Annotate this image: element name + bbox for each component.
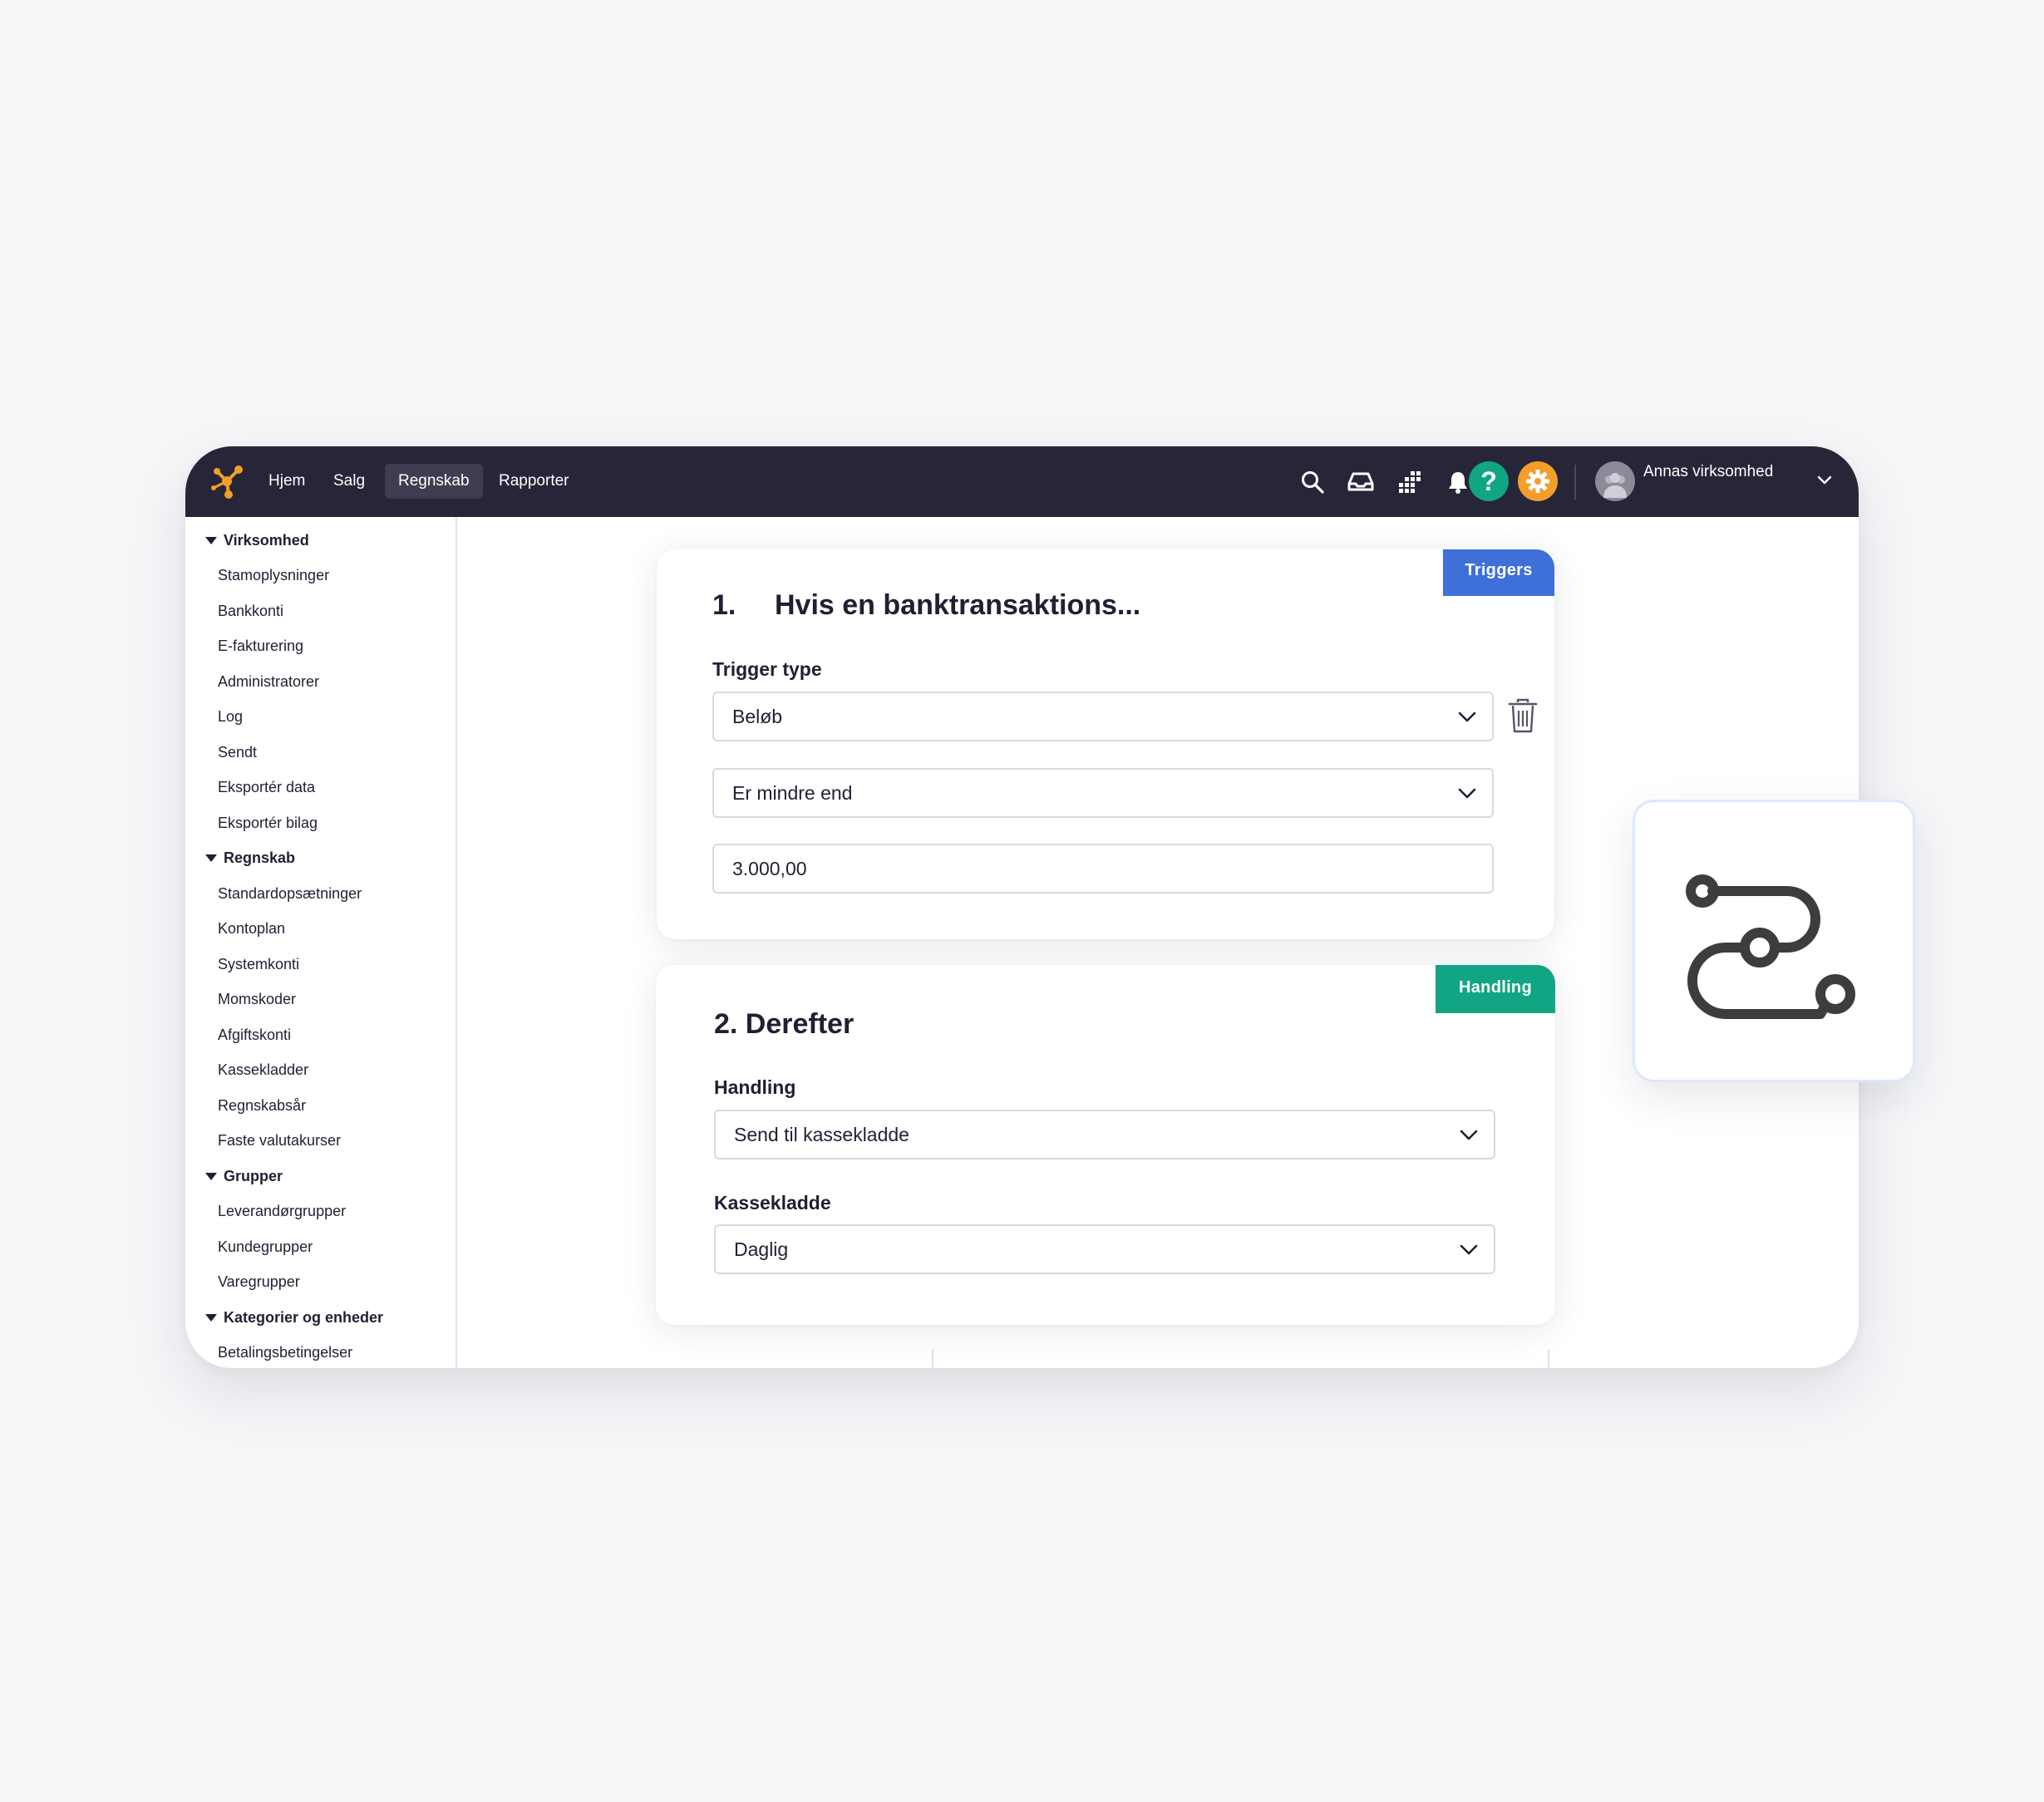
sidebar-item-bankkonti[interactable]: Bankkonti — [218, 603, 283, 620]
trigger-card-title: Hvis en banktransaktions... — [775, 589, 1141, 621]
kassekladde-label: Kassekladde — [714, 1192, 831, 1214]
help-icon: ? — [1480, 466, 1497, 496]
amount-input[interactable]: 3.000,00 — [712, 844, 1494, 894]
sidebar-item-e-fakturering[interactable]: E-fakturering — [218, 638, 303, 655]
trash-icon[interactable] — [1506, 697, 1539, 734]
handling-badge: Handling — [1436, 965, 1555, 1013]
condition-select[interactable]: Er mindre end — [712, 768, 1494, 818]
sidebar-group-label: Virksomhed — [224, 532, 309, 549]
handling-value: Send til kassekladde — [734, 1124, 909, 1145]
chevron-down-icon — [1458, 711, 1476, 722]
nav-regnskab[interactable]: Regnskab — [385, 464, 483, 499]
divider-line — [1548, 1349, 1549, 1369]
sidebar-group-regnskab[interactable]: Regnskab — [205, 849, 295, 867]
chevron-down-icon — [1460, 1130, 1478, 1140]
settings-button[interactable] — [1518, 461, 1558, 501]
apps-button[interactable] — [1391, 463, 1429, 501]
top-navigation-bar: Hjem Salg Regnskab Rapporter ? Annas vir… — [185, 446, 1859, 517]
caret-down-icon — [205, 537, 217, 544]
action-card: Handling 2. Derefter Handling Send til k… — [656, 965, 1555, 1325]
topbar-divider — [1574, 465, 1576, 500]
user-avatar-icon — [1603, 473, 1627, 498]
divider-line — [932, 1349, 933, 1369]
company-name[interactable]: Annas virksomhed — [1643, 463, 1773, 481]
trigger-card: Triggers 1. Hvis en banktransaktions... … — [657, 549, 1554, 939]
inbox-button[interactable] — [1342, 463, 1380, 501]
chevron-down-icon[interactable] — [1815, 470, 1835, 490]
apps-grid-icon — [1399, 471, 1421, 493]
sidebar-item-systemkonti[interactable]: Systemkonti — [218, 956, 299, 973]
sidebar-item-kontoplan[interactable]: Kontoplan — [218, 920, 285, 938]
condition-value: Er mindre end — [732, 782, 853, 804]
nav-hjem[interactable]: Hjem — [255, 464, 318, 499]
sidebar-group-grupper[interactable]: Grupper — [205, 1168, 283, 1185]
trigger-step-number: 1. — [712, 589, 736, 621]
triggers-badge: Triggers — [1443, 549, 1554, 596]
sidebar-group-kategorier-og-enheder[interactable]: Kategorier og enheder — [205, 1309, 383, 1327]
settings-sidebar: Virksomhed Stamoplysninger Bankkonti E-f… — [185, 517, 457, 1368]
caret-down-icon — [205, 1173, 217, 1180]
handling-select[interactable]: Send til kassekladde — [714, 1110, 1495, 1159]
sidebar-item-momskoder[interactable]: Momskoder — [218, 991, 296, 1008]
sidebar-item-kundegrupper[interactable]: Kundegrupper — [218, 1238, 313, 1256]
sidebar-item-afgiftskonti[interactable]: Afgiftskonti — [218, 1027, 291, 1044]
inbox-icon — [1347, 472, 1374, 491]
sidebar-group-label: Kategorier og enheder — [224, 1309, 384, 1326]
sidebar-item-standardopsaetninger[interactable]: Standardopsætninger — [218, 885, 362, 903]
sidebar-item-faste-valutakurser[interactable]: Faste valutakurser — [218, 1132, 341, 1150]
sidebar-item-log[interactable]: Log — [218, 708, 243, 726]
sidebar-group-virksomhed[interactable]: Virksomhed — [205, 532, 309, 549]
sidebar-item-regnskabsar[interactable]: Regnskabsår — [218, 1097, 306, 1115]
sidebar-item-stamoplysninger[interactable]: Stamoplysninger — [218, 567, 329, 584]
amount-value: 3.000,00 — [732, 858, 807, 879]
caret-down-icon — [205, 1314, 217, 1322]
bell-icon — [1449, 472, 1467, 494]
caret-down-icon — [205, 854, 217, 862]
sidebar-item-betalingsbetingelser[interactable]: Betalingsbetingelser — [218, 1344, 352, 1361]
avatar[interactable] — [1595, 461, 1635, 501]
workflow-tile — [1633, 800, 1915, 1082]
trigger-type-value: Beløb — [732, 706, 783, 727]
chevron-down-icon — [1460, 1244, 1478, 1255]
action-card-title: 2. Derefter — [714, 1008, 855, 1040]
help-button[interactable]: ? — [1469, 461, 1509, 501]
sidebar-item-eksporter-bilag[interactable]: Eksportér bilag — [218, 815, 318, 832]
sidebar-item-sendt[interactable]: Sendt — [218, 744, 257, 761]
trigger-type-label: Trigger type — [712, 658, 822, 680]
nav-salg[interactable]: Salg — [320, 464, 378, 499]
workflow-route-icon — [1686, 874, 1855, 1019]
trigger-type-select[interactable]: Beløb — [712, 692, 1494, 741]
settings-icon — [1526, 470, 1549, 493]
handling-label: Handling — [714, 1076, 796, 1098]
sidebar-item-administratorer[interactable]: Administratorer — [218, 673, 319, 691]
sidebar-item-varegrupper[interactable]: Varegrupper — [218, 1273, 300, 1291]
logo-icon[interactable] — [207, 461, 247, 501]
sidebar-group-label: Regnskab — [224, 849, 296, 866]
search-icon — [1302, 471, 1324, 494]
sidebar-item-eksporter-data[interactable]: Eksportér data — [218, 779, 315, 796]
nav-rapporter[interactable]: Rapporter — [485, 464, 583, 499]
sidebar-group-label: Grupper — [224, 1168, 283, 1184]
sidebar-item-leverandorgrupper[interactable]: Leverandørgrupper — [218, 1203, 346, 1220]
search-button[interactable] — [1293, 463, 1332, 501]
kassekladde-value: Daglig — [734, 1238, 789, 1260]
kassekladde-select[interactable]: Daglig — [714, 1224, 1495, 1274]
chevron-down-icon — [1458, 788, 1476, 799]
sidebar-item-kassekladder[interactable]: Kassekladder — [218, 1061, 308, 1079]
